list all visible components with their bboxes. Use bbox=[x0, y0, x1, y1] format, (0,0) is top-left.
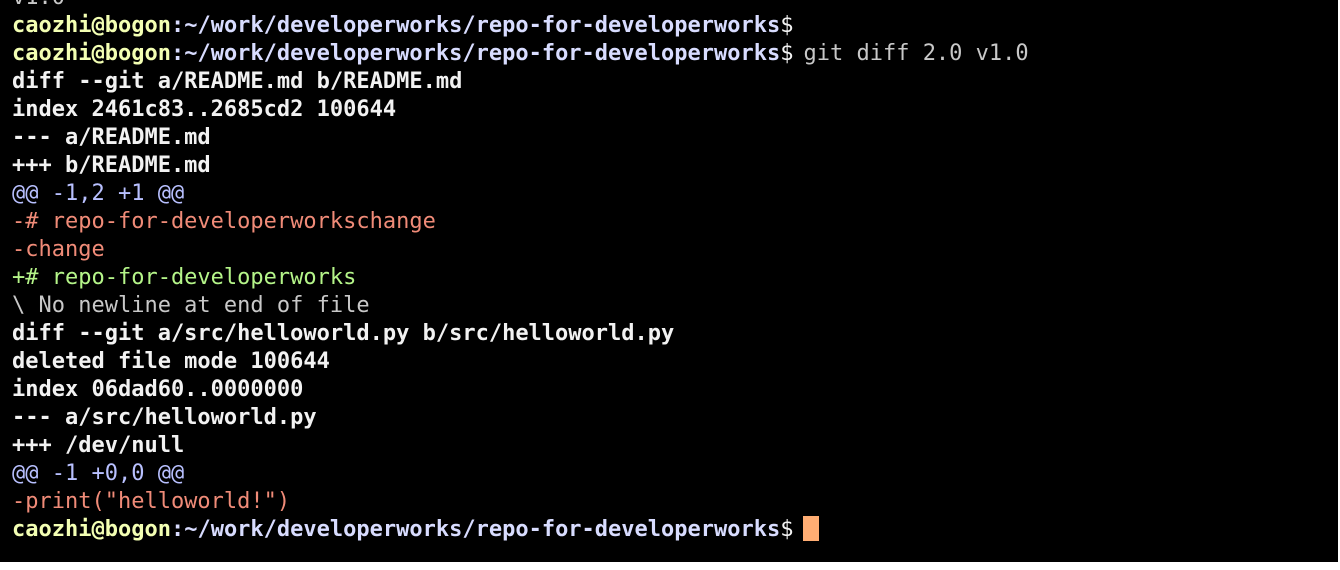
prompt-path: ~/work/developerworks/repo-for-developer… bbox=[184, 13, 781, 38]
output-text: @@ -1 +0,0 @@ bbox=[12, 461, 185, 486]
output-text: deleted file mode 100644 bbox=[12, 349, 330, 374]
output-text: +++ /dev/null bbox=[12, 433, 185, 458]
diff-new-file-line: +++ /dev/null bbox=[12, 432, 1029, 460]
diff-deleted-line: -change bbox=[12, 236, 1029, 264]
command-text: git diff 2.0 v1.0 bbox=[803, 41, 1029, 66]
output-text: -change bbox=[12, 237, 105, 262]
output-text: -print("helloworld!") bbox=[12, 489, 291, 514]
diff-mode-line: deleted file mode 100644 bbox=[12, 348, 1029, 376]
diff-index-line: index 06dad60..0000000 bbox=[12, 376, 1029, 404]
prompt-line[interactable]: caozhi@bogon:~/work/developerworks/repo-… bbox=[12, 516, 1029, 544]
text-cursor[interactable] bbox=[803, 516, 820, 541]
prompt-separator: : bbox=[170, 41, 185, 66]
diff-old-file-line: --- a/README.md bbox=[12, 124, 1029, 152]
output-text: +++ b/README.md bbox=[12, 153, 211, 178]
terminal-window[interactable]: v1.0 caozhi@bogon:~/work/developerworks/… bbox=[0, 0, 1338, 562]
output-text: diff --git a/README.md b/README.md bbox=[12, 69, 463, 94]
diff-added-line: +# repo-for-developerworks bbox=[12, 264, 1029, 292]
output-text: index 06dad60..0000000 bbox=[12, 377, 304, 402]
prompt-line: caozhi@bogon:~/work/developerworks/repo-… bbox=[12, 12, 1029, 40]
output-text: -# repo-for-developerworkschange bbox=[12, 209, 436, 234]
terminal-output: v1.0 caozhi@bogon:~/work/developerworks/… bbox=[12, 0, 1029, 544]
output-text: v1.0 bbox=[12, 0, 65, 10]
output-text: diff --git a/src/helloworld.py b/src/hel… bbox=[12, 321, 675, 346]
diff-new-file-line: +++ b/README.md bbox=[12, 152, 1029, 180]
output-text: --- a/README.md bbox=[12, 125, 211, 150]
prompt-line: caozhi@bogon:~/work/developerworks/repo-… bbox=[12, 40, 1029, 68]
prompt-symbol: $ bbox=[780, 41, 794, 66]
diff-deleted-line: -print("helloworld!") bbox=[12, 488, 1029, 516]
output-text: @@ -1,2 +1 @@ bbox=[12, 181, 185, 206]
prompt-path: ~/work/developerworks/repo-for-developer… bbox=[184, 41, 781, 66]
output-text: --- a/src/helloworld.py bbox=[12, 405, 317, 430]
prompt-user: caozhi@bogon bbox=[12, 41, 171, 66]
output-text: \ No newline at end of file bbox=[12, 293, 370, 318]
prompt-separator: : bbox=[170, 13, 185, 38]
prompt-user: caozhi@bogon bbox=[12, 13, 171, 38]
output-text: +# repo-for-developerworks bbox=[12, 265, 357, 290]
diff-header-line: diff --git a/src/helloworld.py b/src/hel… bbox=[12, 320, 1029, 348]
output-line: v1.0 bbox=[12, 0, 1029, 12]
diff-header-line: diff --git a/README.md b/README.md bbox=[12, 68, 1029, 96]
prompt-path: ~/work/developerworks/repo-for-developer… bbox=[184, 517, 781, 542]
prompt-separator: : bbox=[170, 517, 185, 542]
prompt-user: caozhi@bogon bbox=[12, 517, 171, 542]
diff-old-file-line: --- a/src/helloworld.py bbox=[12, 404, 1029, 432]
diff-deleted-line: -# repo-for-developerworkschange bbox=[12, 208, 1029, 236]
diff-hunk-header: @@ -1 +0,0 @@ bbox=[12, 460, 1029, 488]
prompt-symbol: $ bbox=[780, 13, 794, 38]
diff-hunk-header: @@ -1,2 +1 @@ bbox=[12, 180, 1029, 208]
diff-index-line: index 2461c83..2685cd2 100644 bbox=[12, 96, 1029, 124]
diff-note-line: \ No newline at end of file bbox=[12, 292, 1029, 320]
output-text: index 2461c83..2685cd2 100644 bbox=[12, 97, 397, 122]
prompt-symbol: $ bbox=[780, 517, 794, 542]
